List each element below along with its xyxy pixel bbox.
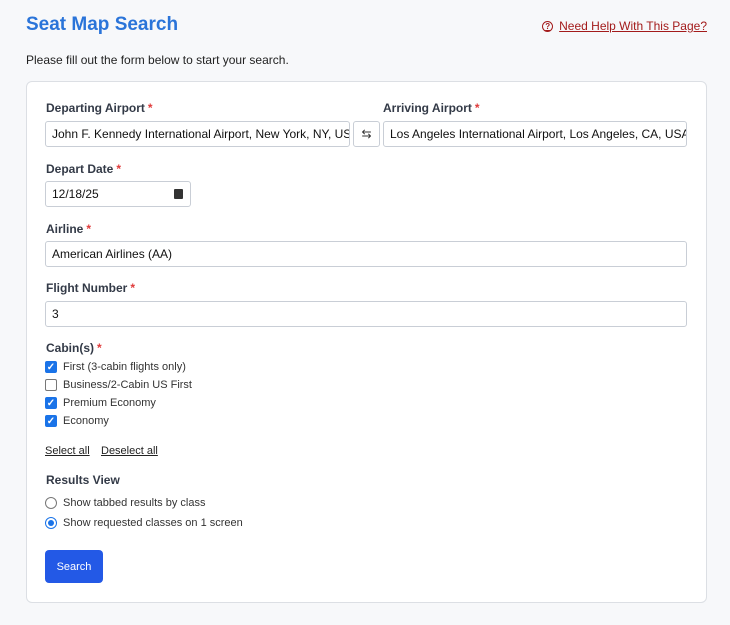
- depart-date-label: Depart Date *: [46, 162, 122, 176]
- depart-date-value: 12/18/25: [52, 187, 99, 201]
- select-all-link[interactable]: Select all: [45, 445, 90, 457]
- cabin-option-economy[interactable]: ✓ Economy: [45, 415, 109, 427]
- swap-airports-button[interactable]: ⇆: [353, 121, 380, 147]
- results-option-one-screen[interactable]: Show requested classes on 1 screen: [45, 517, 243, 529]
- deselect-all-link[interactable]: Deselect all: [101, 445, 158, 457]
- question-circle-icon: ?: [542, 20, 554, 32]
- radio-selected[interactable]: [45, 517, 57, 529]
- checkbox-checked[interactable]: ✓: [45, 415, 57, 427]
- results-option-tabbed[interactable]: Show tabbed results by class: [45, 497, 205, 509]
- departing-airport-label: Departing Airport *: [46, 101, 153, 115]
- arriving-airport-label: Arriving Airport *: [383, 101, 480, 115]
- depart-date-input[interactable]: 12/18/25: [45, 181, 191, 207]
- airline-input[interactable]: American Airlines (AA): [45, 241, 687, 267]
- page-title: Seat Map Search: [26, 14, 179, 35]
- help-link-text[interactable]: Need Help With This Page?: [559, 19, 707, 33]
- flight-number-label: Flight Number *: [46, 281, 135, 295]
- radio-unselected[interactable]: [45, 497, 57, 509]
- departing-airport-input[interactable]: John F. Kennedy International Airport, N…: [45, 121, 350, 147]
- cabins-label: Cabin(s) *: [46, 341, 102, 355]
- swap-arrows-icon: ⇆: [361, 127, 372, 141]
- calendar-icon[interactable]: [174, 189, 183, 199]
- checkbox-unchecked[interactable]: [45, 379, 57, 391]
- cabin-option-business[interactable]: Business/2-Cabin US First: [45, 379, 192, 391]
- checkbox-checked[interactable]: ✓: [45, 397, 57, 409]
- cabin-option-first[interactable]: ✓ First (3-cabin flights only): [45, 361, 186, 373]
- help-link[interactable]: ? Need Help With This Page?: [542, 19, 707, 33]
- flight-number-input[interactable]: 3: [45, 301, 687, 327]
- intro-text: Please fill out the form below to start …: [26, 53, 289, 67]
- results-view-label: Results View: [46, 473, 120, 487]
- checkbox-checked[interactable]: ✓: [45, 361, 57, 373]
- arriving-airport-input[interactable]: Los Angeles International Airport, Los A…: [383, 121, 687, 147]
- search-button[interactable]: Search: [45, 550, 103, 583]
- cabin-option-premium-economy[interactable]: ✓ Premium Economy: [45, 397, 156, 409]
- airline-label: Airline *: [46, 222, 92, 236]
